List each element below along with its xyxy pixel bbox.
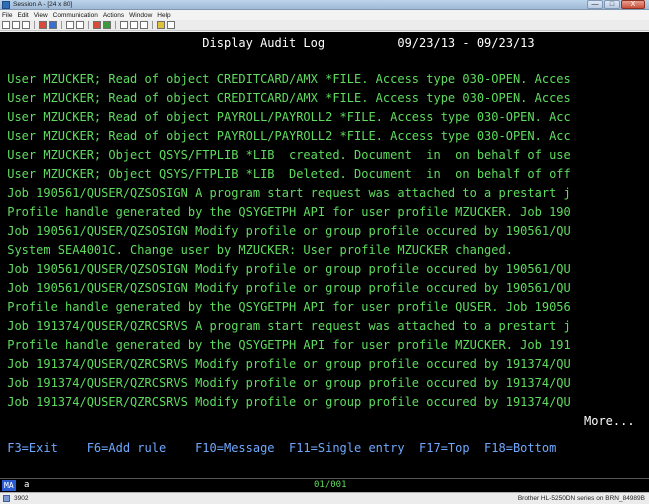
close-button[interactable]: X bbox=[621, 0, 645, 9]
audit-line[interactable]: Job 191374/QUSER/QZRCSRVS Modify profile… bbox=[0, 355, 649, 374]
terminal-screen[interactable]: Display Audit Log 09/23/13 - 09/23/13 Us… bbox=[0, 32, 649, 478]
maximize-button[interactable]: □ bbox=[604, 0, 620, 9]
audit-line[interactable]: Job 191374/QUSER/QZRCSRVS Modify profile… bbox=[0, 374, 649, 393]
connection-icon bbox=[3, 495, 10, 502]
print-icon[interactable] bbox=[2, 21, 10, 29]
toolbar-separator bbox=[115, 21, 116, 29]
play-icon[interactable] bbox=[103, 21, 111, 29]
audit-line[interactable]: Job 190561/QUSER/QZSOSIGN Modify profile… bbox=[0, 222, 649, 241]
send-icon[interactable] bbox=[39, 21, 47, 29]
status-bar: 3902 Brother HL-5250DN series on BRN_849… bbox=[0, 492, 649, 504]
window-controls: — □ X bbox=[587, 0, 645, 10]
audit-line[interactable]: Job 190561/QUSER/QZSOSIGN A program star… bbox=[0, 184, 649, 203]
receive-icon[interactable] bbox=[49, 21, 57, 29]
audit-line[interactable]: Profile handle generated by the QSYGETPH… bbox=[0, 203, 649, 222]
status-port: 3902 bbox=[14, 495, 29, 502]
audit-line[interactable]: Job 191374/QUSER/QZRCSRVS Modify profile… bbox=[0, 393, 649, 412]
color-icon[interactable] bbox=[167, 21, 175, 29]
macro-icon[interactable] bbox=[93, 21, 101, 29]
toolbar bbox=[0, 20, 649, 31]
operator-info-area: MA a 01/001 bbox=[0, 478, 649, 492]
display-icon[interactable] bbox=[66, 21, 74, 29]
help-icon[interactable] bbox=[157, 21, 165, 29]
audit-line[interactable]: User MZUCKER; Read of object PAYROLL/PAY… bbox=[0, 108, 649, 127]
menu-edit[interactable]: Edit bbox=[17, 12, 28, 19]
audit-line[interactable]: Profile handle generated by the QSYGETPH… bbox=[0, 336, 649, 355]
audit-line[interactable]: User MZUCKER; Object QSYS/FTPLIB *LIB cr… bbox=[0, 146, 649, 165]
more-indicator: More... bbox=[584, 414, 635, 428]
session-indicator: a bbox=[24, 480, 30, 490]
audit-line[interactable]: Job 190561/QUSER/QZSOSIGN Modify profile… bbox=[0, 279, 649, 298]
function-keys[interactable]: F3=Exit F6=Add rule F10=Message F11=Sing… bbox=[0, 439, 649, 458]
settings-icon[interactable] bbox=[130, 21, 138, 29]
toolbar-separator bbox=[88, 21, 89, 29]
audit-line[interactable]: Profile handle generated by the QSYGETPH… bbox=[0, 298, 649, 317]
menu-file[interactable]: File bbox=[2, 12, 12, 19]
window-title: Session A - [24 x 80] bbox=[13, 1, 73, 8]
audit-line[interactable]: User MZUCKER; Object QSYS/FTPLIB *LIB De… bbox=[0, 165, 649, 184]
menu-bar: File Edit View Communication Actions Win… bbox=[0, 10, 649, 20]
status-printer: Brother HL-5250DN series on BRN_84989B bbox=[517, 495, 645, 502]
toolbar-separator bbox=[34, 21, 35, 29]
menu-help[interactable]: Help bbox=[157, 12, 170, 19]
paste-icon[interactable] bbox=[22, 21, 30, 29]
cursor-position: 01/001 bbox=[314, 480, 347, 490]
toolbar-separator bbox=[152, 21, 153, 29]
ma-indicator: MA bbox=[2, 480, 16, 491]
minimize-button[interactable]: — bbox=[587, 0, 603, 9]
title-bar: Session A - [24 x 80] — □ X bbox=[0, 0, 649, 10]
audit-line[interactable]: User MZUCKER; Read of object CREDITCARD/… bbox=[0, 89, 649, 108]
app-icon bbox=[2, 1, 10, 9]
audit-line[interactable]: User MZUCKER; Read of object CREDITCARD/… bbox=[0, 70, 649, 89]
map-icon[interactable] bbox=[140, 21, 148, 29]
audit-line[interactable]: System SEA4001C. Change user by MZUCKER:… bbox=[0, 241, 649, 260]
audit-line[interactable]: Job 190561/QUSER/QZSOSIGN Modify profile… bbox=[0, 260, 649, 279]
record-icon[interactable] bbox=[76, 21, 84, 29]
menu-window[interactable]: Window bbox=[129, 12, 152, 19]
menu-actions[interactable]: Actions bbox=[103, 12, 124, 19]
screen-header: Display Audit Log 09/23/13 - 09/23/13 bbox=[0, 36, 535, 50]
toolbar-separator bbox=[61, 21, 62, 29]
keypad-icon[interactable] bbox=[120, 21, 128, 29]
menu-communication[interactable]: Communication bbox=[53, 12, 98, 19]
audit-line[interactable]: Job 191374/QUSER/QZRCSRVS A program star… bbox=[0, 317, 649, 336]
menu-view[interactable]: View bbox=[34, 12, 48, 19]
copy-icon[interactable] bbox=[12, 21, 20, 29]
audit-line[interactable]: User MZUCKER; Read of object PAYROLL/PAY… bbox=[0, 127, 649, 146]
